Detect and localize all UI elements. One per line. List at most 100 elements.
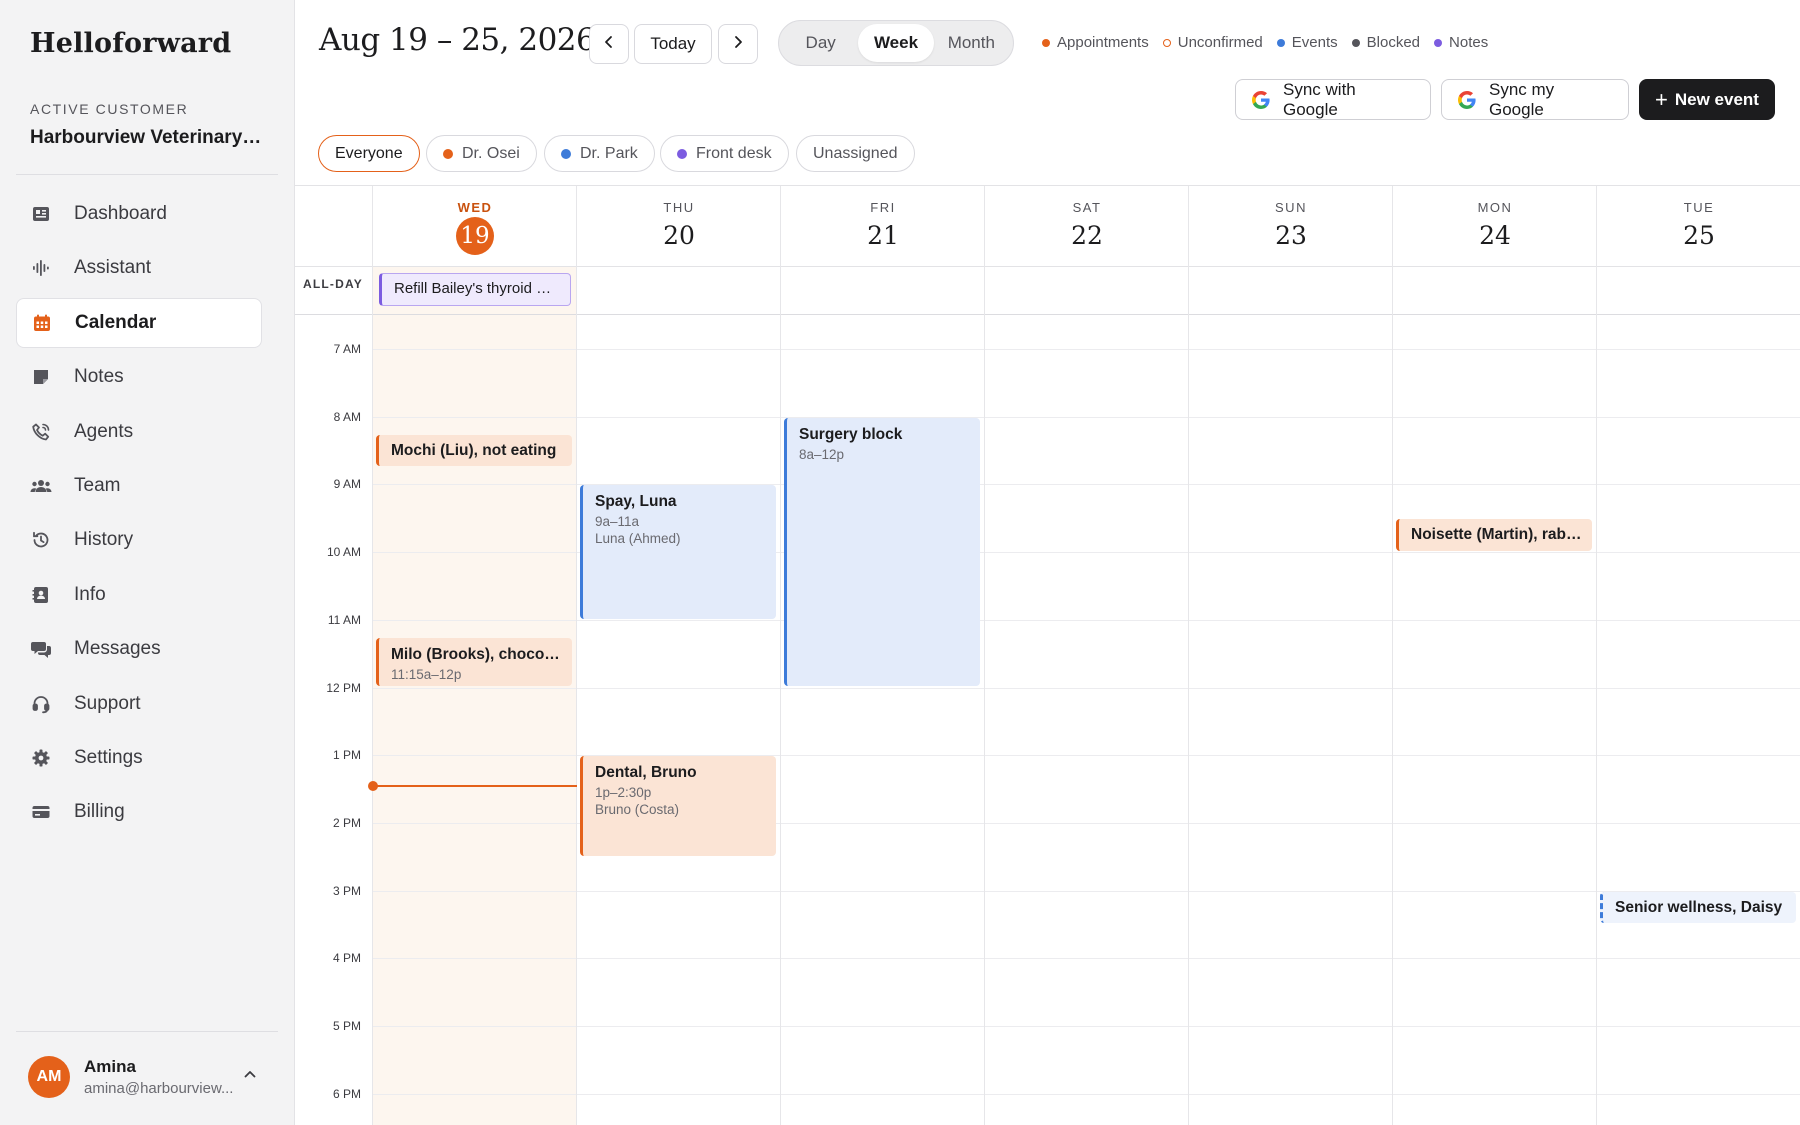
time-label: 9 AM — [333, 477, 361, 492]
filter-chip-front-desk[interactable]: Front desk — [660, 135, 789, 172]
active-customer-name[interactable]: Harbourview Veterinary Clinic — [30, 127, 262, 149]
active-customer-label: ACTIVE CUSTOMER — [30, 101, 189, 117]
sidebar-item-notes[interactable]: Notes — [16, 352, 262, 402]
sidebar-item-assistant[interactable]: Assistant — [16, 243, 262, 293]
day-name: FRI — [870, 200, 896, 215]
calendar-icon — [31, 312, 53, 334]
sidebar: Helloforward ACTIVE CUSTOMER Harbourview… — [0, 0, 295, 1125]
sidebar-divider — [16, 174, 278, 175]
sidebar-item-label: Billing — [74, 801, 125, 823]
sync-with-google-button[interactable]: Sync with Google — [1235, 79, 1431, 120]
note-icon — [30, 366, 52, 388]
hour-gridline — [373, 687, 1800, 689]
dr-park-dot-icon — [561, 148, 571, 159]
prev-week-button[interactable] — [589, 24, 629, 64]
legend-label: Events — [1291, 34, 1338, 51]
history-icon — [30, 529, 52, 551]
day-column-divider — [1188, 186, 1189, 1125]
calendar-event-event[interactable]: Surgery block 8a–12p — [784, 417, 980, 687]
day-header-sun[interactable]: SUN 23 — [1189, 186, 1393, 266]
hour-gridline — [373, 1093, 1800, 1095]
sync-my-google-button[interactable]: Sync my Google — [1441, 79, 1629, 120]
today-button[interactable]: Today — [634, 24, 712, 64]
time-label: 12 PM — [326, 680, 361, 695]
day-header-thu[interactable]: THU 20 — [577, 186, 781, 266]
filter-chip-label: Everyone — [335, 144, 403, 162]
day-name: SUN — [1275, 200, 1307, 215]
time-label: 3 PM — [332, 883, 361, 898]
new-event-button[interactable]: + New event — [1639, 79, 1775, 120]
day-header-mon[interactable]: MON 24 — [1393, 186, 1597, 266]
chevron-left-icon — [602, 34, 616, 54]
filter-chip-dr-osei[interactable]: Dr. Osei — [426, 135, 537, 172]
hour-gridline — [373, 890, 1800, 892]
time-label: 4 PM — [332, 951, 361, 966]
sidebar-item-label: Dashboard — [74, 203, 167, 224]
sidebar-item-settings[interactable]: Settings — [16, 733, 262, 783]
legend: Appointments Unconfirmed Events Blocked … — [1042, 34, 1502, 51]
event-title: Surgery block — [799, 425, 903, 443]
calendar-event-event[interactable]: Spay, Luna 9a–11a Luna (Ahmed) — [580, 485, 776, 619]
day-header-tue[interactable]: TUE 25 — [1597, 186, 1800, 266]
day-name: THU — [663, 200, 695, 215]
sync-with-google-label: Sync with Google — [1283, 79, 1356, 119]
user-menu[interactable]: AM Amina amina@harbourview... — [28, 1054, 272, 1100]
sidebar-item-history[interactable]: History — [16, 515, 262, 565]
calendar-event-dashed[interactable]: Senior wellness, Daisy — [1600, 891, 1796, 924]
waveform-icon — [30, 257, 52, 279]
sync-my-google-label: Sync my Google — [1489, 79, 1555, 119]
day-header-fri[interactable]: FRI 21 — [781, 186, 985, 266]
view-week-tab[interactable]: Week — [858, 24, 934, 62]
notes-dot-icon — [1434, 38, 1443, 47]
legend-label: Appointments — [1057, 34, 1149, 51]
filter-chip-label: Dr. Park — [580, 144, 638, 162]
calendar-event-appt[interactable]: Milo (Brooks), chocolate ingestion 11:15a… — [376, 637, 572, 687]
day-name: SAT — [1072, 200, 1102, 215]
time-label: 8 AM — [333, 409, 361, 424]
calendar-event-appt[interactable]: Mochi (Liu), not eating — [376, 434, 572, 467]
sidebar-item-billing[interactable]: Billing — [16, 787, 262, 837]
filter-chip-unassigned[interactable]: Unassigned — [796, 135, 915, 172]
day-column-divider — [372, 186, 373, 1125]
sidebar-item-calendar[interactable]: Calendar — [16, 297, 262, 348]
chevron-right-icon — [731, 34, 745, 54]
day-number: 22 — [1071, 221, 1103, 250]
day-header-sat[interactable]: SAT 22 — [985, 186, 1189, 266]
day-number: 21 — [867, 221, 899, 250]
hour-gridline — [373, 619, 1800, 621]
gear-icon — [30, 747, 52, 769]
calendar-event-appt[interactable]: Noisette (Martin), rabbit checkup — [1396, 519, 1592, 552]
sidebar-divider — [16, 1031, 278, 1032]
time-label: 11 AM — [327, 612, 361, 627]
events-dot-icon — [1276, 38, 1285, 47]
sidebar-item-label: Notes — [74, 366, 124, 388]
chevron-up-icon[interactable] — [242, 1066, 258, 1087]
event-time: 8a–12p — [799, 446, 845, 462]
next-week-button[interactable] — [718, 24, 758, 64]
time-label: 7 AM — [333, 342, 361, 356]
all-day-divider — [295, 314, 1800, 315]
all-day-label: ALL-DAY — [303, 277, 363, 291]
header-divider — [295, 266, 1800, 267]
day-header-wed[interactable]: WED 19 — [373, 186, 577, 266]
sidebar-item-agents[interactable]: Agents — [16, 407, 262, 457]
sidebar-item-messages[interactable]: Messages — [16, 624, 262, 674]
sidebar-item-dashboard[interactable]: Dashboard — [16, 189, 262, 239]
view-day-tab[interactable]: Day — [783, 24, 858, 62]
sidebar-item-info[interactable]: Info — [16, 570, 262, 620]
day-number: 24 — [1479, 221, 1511, 250]
filter-chip-label: Dr. Osei — [462, 144, 520, 162]
sidebar-item-support[interactable]: Support — [16, 679, 262, 729]
all-day-note-event[interactable]: Refill Bailey's thyroid medication — [379, 273, 571, 306]
filter-chip-dr-park[interactable]: Dr. Park — [544, 135, 655, 172]
blocked-dot-icon — [1351, 38, 1360, 47]
calendar-event-appt[interactable]: Dental, Bruno 1p–2:30p Bruno (Costa) — [580, 756, 776, 856]
view-month-tab[interactable]: Month — [934, 24, 1009, 62]
day-column-divider — [984, 186, 985, 1125]
front-desk-dot-icon — [677, 148, 687, 159]
event-title: Refill Bailey's thyroid medication — [394, 280, 560, 297]
filter-chip-everyone[interactable]: Everyone — [318, 135, 420, 172]
contact-card-icon — [30, 584, 52, 606]
sidebar-item-team[interactable]: Team — [16, 461, 262, 511]
day-column-divider — [780, 186, 781, 1125]
